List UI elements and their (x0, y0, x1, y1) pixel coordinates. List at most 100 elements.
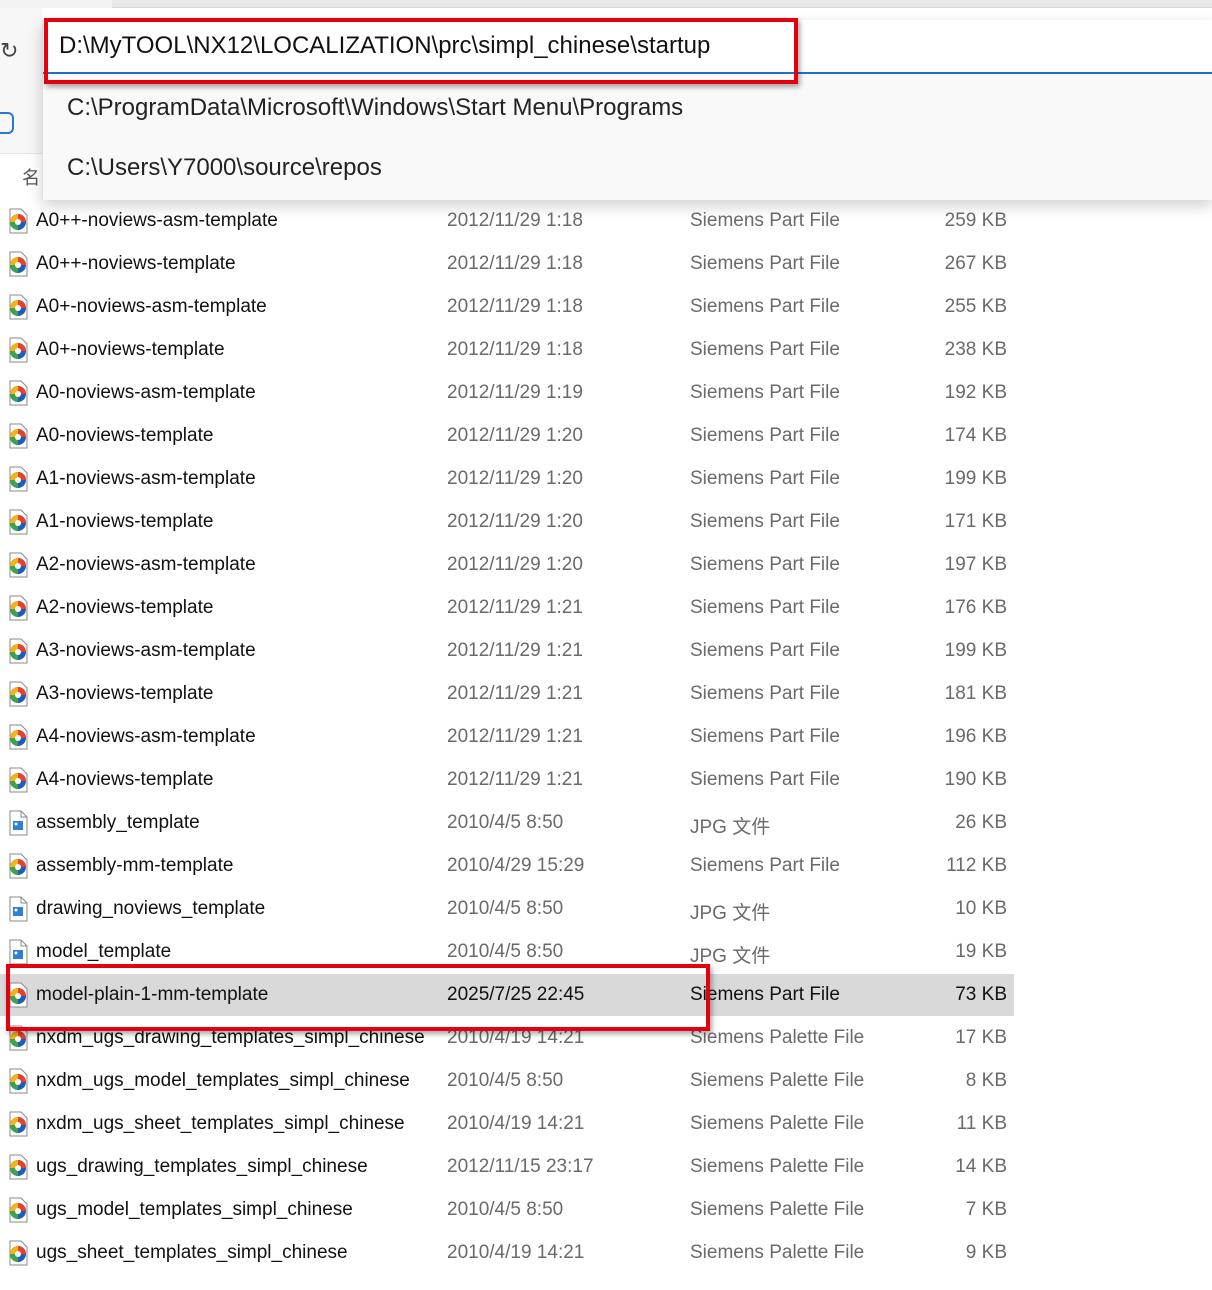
file-row[interactable]: A0-noviews-template 2012/11/29 1:20 Siemen… (0, 415, 1014, 457)
file-name: A0+-noviews-asm-template (36, 296, 267, 317)
file-row[interactable]: assembly_template 2010/4/5 8:50 JPG 文件 26 K… (0, 802, 1014, 844)
file-row[interactable]: ugs_drawing_templates_simpl_chinese 2012/… (0, 1146, 1014, 1188)
siemens-part-icon (6, 380, 30, 406)
file-type: Siemens Part File (690, 253, 840, 274)
file-size: 197 KB (944, 554, 1007, 575)
siemens-part-icon (6, 552, 30, 578)
file-type: Siemens Part File (690, 511, 840, 532)
file-type: Siemens Palette File (690, 1113, 865, 1134)
file-row[interactable]: A0++-noviews-template 2012/11/29 1:18 Siem… (0, 243, 1014, 285)
file-type: Siemens Palette File (690, 1199, 865, 1220)
siemens-part-icon (6, 466, 30, 492)
file-row[interactable]: model-plain-1-mm-template 2025/7/25 22:45… (0, 974, 1014, 1016)
file-size: 176 KB (944, 597, 1007, 618)
file-date: 2012/11/29 1:20 (447, 425, 583, 446)
file-name: A1-noviews-template (36, 511, 214, 532)
file-row[interactable]: nxdm_ugs_model_templates_simpl_chinese 20… (0, 1060, 1014, 1102)
file-name: model-plain-1-mm-template (36, 984, 269, 1005)
file-date: 2012/11/29 1:18 (447, 253, 583, 274)
file-size: 7 KB (965, 1199, 1007, 1220)
file-row[interactable]: drawing_noviews_template 2010/4/5 8:50 JPG… (0, 888, 1014, 930)
address-path[interactable]: D:\MyTOOL\NX12\LOCALIZATION\prc\simpl_ch… (59, 32, 710, 60)
file-size: 174 KB (944, 425, 1007, 446)
siemens-part-icon (6, 853, 30, 879)
file-row[interactable]: A0-noviews-asm-template 2012/11/29 1:19 Si… (0, 372, 1014, 414)
siemens-part-icon (6, 681, 30, 707)
file-row[interactable]: A1-noviews-template 2012/11/29 1:20 Siemen… (0, 501, 1014, 543)
refresh-icon[interactable]: ↻ (0, 38, 18, 64)
file-row[interactable]: ugs_model_templates_simpl_chinese 2010/4/… (0, 1189, 1014, 1231)
file-row[interactable]: A3-noviews-template 2012/11/29 1:21 Siemen… (0, 673, 1014, 715)
file-type: JPG 文件 (690, 946, 771, 967)
file-row[interactable]: A3-noviews-asm-template 2012/11/29 1:21 Si… (0, 630, 1014, 672)
file-size: 9 KB (965, 1242, 1007, 1263)
siemens-part-icon (6, 595, 30, 621)
file-date: 2012/11/29 1:20 (447, 554, 583, 575)
file-date: 2010/4/19 14:21 (447, 1113, 585, 1134)
file-type: Siemens Part File (690, 296, 840, 317)
file-row[interactable]: A1-noviews-asm-template 2012/11/29 1:20 Si… (0, 458, 1014, 500)
file-date: 2012/11/29 1:21 (447, 726, 583, 747)
file-row[interactable]: A2-noviews-template 2012/11/29 1:21 Siemen… (0, 587, 1014, 629)
file-name: A3-noviews-asm-template (36, 640, 256, 661)
file-date: 2012/11/29 1:21 (447, 769, 583, 790)
file-row[interactable]: nxdm_ugs_drawing_templates_simpl_chinese… (0, 1017, 1014, 1059)
file-row[interactable]: A4-noviews-asm-template 2012/11/29 1:21 Si… (0, 716, 1014, 758)
left-toolbar: ↻ (0, 8, 42, 153)
siemens-part-icon (6, 1068, 30, 1094)
file-row[interactable]: model_template 2010/4/5 8:50 JPG 文件 19 KB (0, 931, 1014, 973)
address-suggestion[interactable]: C:\Users\Y7000\source\repos (67, 154, 382, 182)
file-row[interactable]: nxdm_ugs_sheet_templates_simpl_chinese 20… (0, 1103, 1014, 1145)
file-name: A1-noviews-asm-template (36, 468, 256, 489)
tab-strip (112, 0, 1212, 8)
nav-pane-icon[interactable] (0, 112, 14, 134)
file-name: assembly_template (36, 812, 200, 833)
siemens-part-icon (6, 638, 30, 664)
column-header-name[interactable]: 名 (22, 164, 40, 190)
file-size: 26 KB (955, 812, 1007, 833)
siemens-part-icon (6, 724, 30, 750)
file-name: ugs_model_templates_simpl_chinese (36, 1199, 353, 1220)
file-date: 2012/11/29 1:21 (447, 640, 583, 661)
file-type: Siemens Part File (690, 597, 840, 618)
file-type: Siemens Part File (690, 382, 840, 403)
file-type: Siemens Part File (690, 683, 840, 704)
file-size: 196 KB (944, 726, 1007, 747)
address-suggestion[interactable]: C:\ProgramData\Microsoft\Windows\Start M… (67, 94, 683, 122)
siemens-part-icon (6, 251, 30, 277)
file-type: Siemens Part File (690, 425, 840, 446)
file-row[interactable]: A0+-noviews-template 2012/11/29 1:18 Sieme… (0, 329, 1014, 371)
file-type: Siemens Palette File (690, 1027, 865, 1048)
file-type: Siemens Part File (690, 210, 840, 231)
siemens-part-icon (6, 1197, 30, 1223)
siemens-part-icon (6, 1240, 30, 1266)
file-size: 192 KB (944, 382, 1007, 403)
file-type: Siemens Part File (690, 339, 840, 360)
file-name: A0-noviews-asm-template (36, 382, 256, 403)
file-size: 190 KB (944, 769, 1007, 790)
file-size: 238 KB (944, 339, 1007, 360)
image-file-icon (6, 810, 30, 836)
file-size: 199 KB (944, 468, 1007, 489)
file-name: A0-noviews-template (36, 425, 214, 446)
file-size: 181 KB (944, 683, 1007, 704)
file-row[interactable]: ugs_sheet_templates_simpl_chinese 2010/4/… (0, 1232, 1014, 1274)
file-name: nxdm_ugs_model_templates_simpl_chinese (36, 1070, 410, 1091)
file-row[interactable]: A2-noviews-asm-template 2012/11/29 1:20 Si… (0, 544, 1014, 586)
siemens-part-icon (6, 1025, 30, 1051)
file-row[interactable]: A0+-noviews-asm-template 2012/11/29 1:18 S… (0, 286, 1014, 328)
file-name: A3-noviews-template (36, 683, 214, 704)
file-name: A0++-noviews-asm-template (36, 210, 278, 231)
file-type: Siemens Part File (690, 468, 840, 489)
file-date: 2012/11/29 1:21 (447, 597, 583, 618)
siemens-part-icon (6, 423, 30, 449)
address-input[interactable]: D:\MyTOOL\NX12\LOCALIZATION\prc\simpl_ch… (43, 20, 1212, 74)
file-row[interactable]: assembly-mm-template 2010/4/29 15:29 Sieme… (0, 845, 1014, 887)
file-row[interactable]: A0++-noviews-asm-template 2012/11/29 1:18… (0, 200, 1014, 242)
file-row[interactable]: A4-noviews-template 2012/11/29 1:21 Siemen… (0, 759, 1014, 801)
siemens-part-icon (6, 294, 30, 320)
siemens-part-icon (6, 1154, 30, 1180)
file-type: Siemens Part File (690, 769, 840, 790)
file-date: 2012/11/29 1:20 (447, 511, 583, 532)
image-file-icon (6, 939, 30, 965)
